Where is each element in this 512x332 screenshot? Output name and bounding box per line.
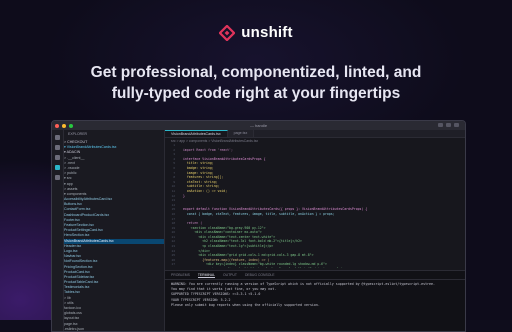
file-tree-item-label: Logo.tsx — [64, 249, 78, 253]
panel-tab[interactable]: OUTPUT — [223, 272, 237, 278]
sidebar-header: EXPLORER — [64, 130, 164, 140]
file-tree-item-label: Header.tsx — [64, 244, 81, 248]
panel-tab[interactable]: TERMINAL — [198, 272, 215, 278]
terminal-output[interactable]: WARNING: You are currently running a ver… — [165, 280, 465, 310]
file-tree-item-label: globals.css — [64, 311, 82, 315]
file-tree-item-label: ▾ VisionBrandAttributesCards.tsx — [64, 145, 116, 149]
debug-icon[interactable] — [55, 175, 60, 180]
headline-line-2: fully-typed code right at your fingertip… — [0, 83, 512, 104]
file-tree-item-label: Tables.tsx — [64, 290, 80, 294]
line-numbers: 1234567891011121314151617181920212223242… — [165, 143, 177, 268]
file-tree-item-label: FeatureSection.tsx — [64, 223, 94, 227]
brand-name: unshift — [241, 24, 292, 41]
file-tree-item-label: ProductSidebar.tsx — [64, 275, 94, 279]
window-title: — handle — [52, 123, 465, 128]
panel-tabs: PROBLEMS TERMINAL OUTPUT DEBUG CONSOLE — [165, 271, 465, 280]
file-tree-item-label: page.tsx — [64, 322, 78, 326]
title-bar: — handle — [52, 121, 465, 130]
editor-tabs: VisionBrandAttributesCards.tsxpage.tsx — [165, 130, 465, 138]
file-tree-item-label: ▾ app — [64, 182, 73, 186]
editor-area: VisionBrandAttributesCards.tsxpage.tsx s… — [165, 130, 465, 331]
file-tree-item-label: AccessibilityAttributesCard.tsx — [64, 197, 112, 201]
editor-tab[interactable]: page.tsx — [228, 130, 255, 137]
headline-line-1: Get professional, componentized, linted,… — [0, 62, 512, 83]
file-tree-item-label: ▾ src — [64, 176, 72, 180]
code-lines: import React from 'react';interface Visi… — [183, 143, 465, 268]
toggle-sidebar-icon[interactable] — [438, 123, 443, 127]
editor-tab[interactable]: VisionBrandAttributesCards.tsx — [165, 130, 228, 137]
search-icon[interactable] — [55, 145, 60, 150]
file-tree-item-label: PricingSection.tsx — [64, 265, 93, 269]
file-tree-item-label: NotFoundSection.tsx — [64, 259, 97, 263]
file-tree-item-label: ContactForm.tsx — [64, 207, 90, 211]
headline: Get professional, componentized, linted,… — [0, 62, 512, 104]
file-tree-item-label: HeroSection.tsx — [64, 233, 89, 237]
file-tree-item-label: > CHECKOUT — [64, 140, 87, 144]
file-tree-item-label: .eslintrc.json — [64, 327, 84, 331]
file-tree-item-label: > utils — [64, 301, 74, 305]
line-number: 28 — [165, 267, 177, 268]
unshift-logo-icon — [219, 25, 235, 41]
layout-icon[interactable] — [454, 123, 459, 127]
file-tree-item-label: > lib — [64, 296, 71, 300]
file-tree-item-label: ProductTableCard.tsx — [64, 280, 98, 284]
brand-header: unshift — [0, 24, 512, 41]
bottom-panel: PROBLEMS TERMINAL OUTPUT DEBUG CONSOLE WARN… — [165, 270, 465, 331]
file-tree-item-label: Buttons.tsx — [64, 202, 82, 206]
file-tree-item-label: DashboardProductCards.tsx — [64, 213, 109, 217]
code-line: <img src={image} alt="feature" className… — [183, 267, 465, 268]
file-tree-item-label: Navbar.tsx — [64, 254, 81, 258]
file-tree-item[interactable]: .eslintrc.json — [64, 327, 164, 332]
file-tree-item-label: favicon.ico — [64, 306, 81, 310]
file-tree-item-label: ProductCard.tsx — [64, 270, 90, 274]
toggle-panel-icon[interactable] — [446, 123, 451, 127]
file-tree-item-label: > .next — [64, 161, 75, 165]
file-tree-item-label: > assets — [64, 187, 77, 191]
activity-bar — [52, 130, 64, 331]
file-tree-item-label: > .__client__ — [64, 156, 84, 160]
file-tree-item-label: > public — [64, 171, 77, 175]
source-control-icon[interactable] — [55, 155, 60, 160]
terminal-line: Please only submit bug reports when usin… — [171, 303, 459, 308]
explorer-icon[interactable] — [55, 135, 60, 140]
file-tree-item-label: VisionBrandAttributesCards.tsx — [64, 239, 114, 243]
file-tree-item-label: > .vscode — [64, 166, 79, 170]
layout-controls — [438, 123, 459, 127]
code-editor-window: — handle EXPLORER > CHECKOUT ▾ VisionBra… — [51, 120, 466, 332]
code-view[interactable]: 1234567891011121314151617181920212223242… — [165, 143, 465, 268]
explorer-sidebar: EXPLORER > CHECKOUT ▾ VisionBrandAttribu… — [64, 130, 165, 331]
file-tree-item-label: ProductSettingsCard.tsx — [64, 228, 103, 232]
file-tree: > CHECKOUT ▾ VisionBrandAttributesCards.… — [64, 140, 164, 332]
extensions-icon[interactable] — [55, 165, 60, 170]
file-tree-item-label: ▾ components — [64, 192, 86, 196]
panel-tab[interactable]: PROBLEMS — [171, 272, 190, 278]
file-tree-item-label: Footer.tsx — [64, 218, 80, 222]
panel-tab[interactable]: DEBUG CONSOLE — [245, 272, 275, 278]
file-tree-item-label: ▾ ADACIN — [64, 150, 80, 154]
file-tree-item-label: Testimonials.tsx — [64, 285, 89, 289]
